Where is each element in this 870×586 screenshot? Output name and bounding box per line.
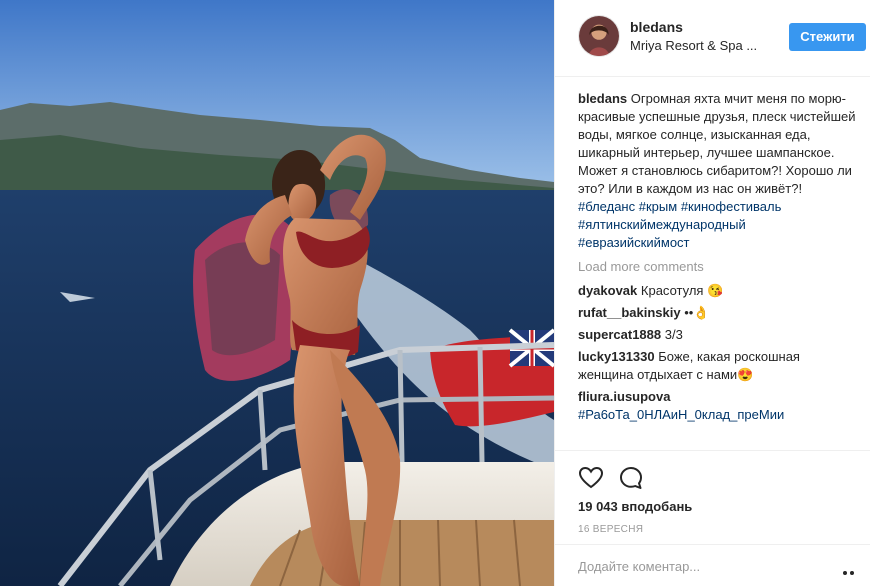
comment-username[interactable]: dyakovak (578, 283, 637, 298)
comment-text[interactable]: #Ра6оТа_0НЛАиН_0клад_пpeMии (578, 407, 784, 422)
hashtag-link[interactable]: #ялтинскиймеждународный (578, 217, 746, 232)
follow-button[interactable]: Стежити (789, 23, 866, 51)
comment-item: dyakovak Красотуля 😘 (578, 282, 856, 300)
caption-text: Огромная яхта мчит меня по морю- красивы… (578, 91, 856, 196)
load-more-comments-link[interactable]: Load more comments (578, 258, 856, 276)
comment-text: ••👌 (684, 305, 710, 320)
add-comment-bar (555, 544, 870, 586)
post-author-username[interactable]: bledans (630, 19, 683, 35)
hashtag-link[interactable]: #бледанс (578, 199, 635, 214)
comment-text: 3/3 (664, 327, 683, 342)
caption-username[interactable]: bledans (578, 91, 627, 106)
hashtag-link[interactable]: #крым (639, 199, 677, 214)
add-comment-input[interactable] (578, 555, 818, 577)
comment-username[interactable]: rufat__bakinskiy (578, 305, 681, 320)
hashtag-link[interactable]: #евразийскиймост (578, 235, 690, 250)
hashtag-link[interactable]: #кинофестиваль (681, 199, 782, 214)
more-options-icon[interactable] (843, 563, 863, 575)
comment-username[interactable]: supercat1888 (578, 327, 661, 342)
comment-item: rufat__bakinskiy ••👌 (578, 304, 856, 322)
comment-username[interactable]: fliura.iusupova (578, 389, 670, 404)
comments-section: bledans Огромная яхта мчит меня по морю-… (578, 90, 856, 428)
avatar[interactable] (578, 15, 620, 57)
post-header: bledans Mriya Resort & Spa ... Стежити (555, 0, 870, 77)
post-photo[interactable] (0, 0, 554, 586)
likes-count[interactable]: 19 043 вподобань (578, 499, 692, 514)
post-side-panel: bledans Mriya Resort & Spa ... Стежити b… (554, 0, 870, 586)
post-photo-image (0, 0, 554, 586)
comment-item: supercat1888 3/3 (578, 326, 856, 344)
comment-text: Красотуля 😘 (640, 283, 724, 298)
post-date: 16 ВЕРЕСНЯ (578, 524, 644, 535)
heart-icon[interactable] (578, 465, 604, 491)
post-actions: 19 043 вподобань 16 ВЕРЕСНЯ (555, 450, 870, 585)
comment-item: fliura.iusupova #Ра6оТа_0НЛАиН_0клад_пpe… (578, 388, 856, 424)
post-caption: bledans Огромная яхта мчит меня по морю-… (578, 90, 856, 252)
comment-bubble-icon[interactable] (618, 465, 644, 491)
comment-item: lucky131330 Боже, какая роскошная женщин… (578, 348, 856, 384)
comment-username[interactable]: lucky131330 (578, 349, 655, 364)
post-location[interactable]: Mriya Resort & Spa ... (630, 38, 775, 53)
